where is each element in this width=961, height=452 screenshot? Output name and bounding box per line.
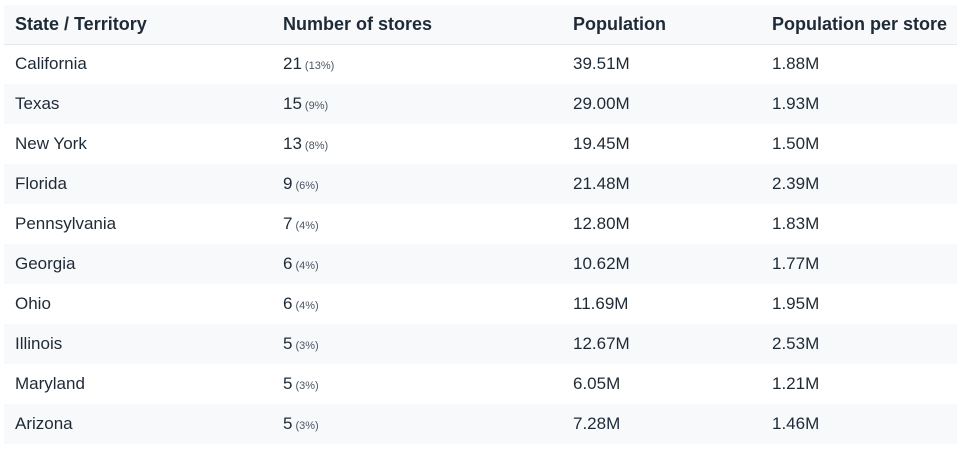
store-share: (3%) — [295, 380, 319, 392]
cell-population: 7.28M — [573, 414, 621, 433]
cell-state: Texas — [15, 94, 60, 113]
cell-stores: 21 (13%) — [272, 44, 562, 84]
table-row: Maryland 5 (3%) 6.05M 1.21M — [4, 364, 957, 404]
store-count: 6 — [283, 294, 293, 313]
store-share: (13%) — [304, 60, 335, 73]
cell-state: Arizona — [15, 414, 73, 433]
header-population[interactable]: Population — [562, 5, 761, 44]
store-share: (4%) — [295, 260, 319, 272]
cell-stores: 13 (8%) — [272, 124, 562, 164]
table-row: Texas 15 (9%) 29.00M 1.93M — [4, 84, 957, 124]
cell-state: California — [15, 54, 87, 74]
header-state[interactable]: State / Territory — [4, 5, 272, 44]
store-share: (3%) — [295, 420, 319, 432]
store-count: 5 — [283, 374, 293, 393]
cell-stores: 6 (4%) — [272, 284, 562, 324]
cell-stores: 15 (9%) — [272, 84, 562, 124]
cell-state: Maryland — [15, 374, 85, 393]
cell-population: 39.51M — [573, 54, 630, 74]
store-count: 13 — [283, 134, 302, 153]
table-header: State / Territory Number of stores Popul… — [4, 5, 957, 44]
table-row: Arizona 5 (3%) 7.28M 1.46M — [4, 404, 957, 444]
table-row: California 21 (13%) 39.51M 1.88M — [4, 44, 957, 84]
header-stores[interactable]: Number of stores — [272, 5, 562, 44]
cell-state: New York — [15, 134, 87, 153]
cell-population: 6.05M — [573, 374, 621, 393]
cell-population: 12.80M — [573, 214, 630, 233]
cell-population: 21.48M — [573, 174, 630, 193]
store-share: (6%) — [295, 180, 319, 192]
stores-table-container: State / Territory Number of stores Popul… — [4, 5, 957, 444]
stores-by-state-table: State / Territory Number of stores Popul… — [4, 5, 957, 444]
store-share: (9%) — [304, 100, 329, 112]
cell-stores: 6 (4%) — [272, 244, 562, 284]
cell-stores: 5 (3%) — [272, 364, 562, 404]
table-row: Illinois 5 (3%) 12.67M 2.53M — [4, 324, 957, 364]
table-row: Pennsylvania 7 (4%) 12.80M 1.83M — [4, 204, 957, 244]
table-row: Ohio 6 (4%) 11.69M 1.95M — [4, 284, 957, 324]
header-population-per-store[interactable]: Population per store — [761, 5, 957, 44]
store-share: (8%) — [304, 140, 329, 152]
cell-population-per-store: 2.53M — [772, 334, 820, 353]
store-count: 15 — [283, 94, 302, 113]
store-count: 5 — [283, 334, 293, 353]
store-share: (4%) — [295, 300, 319, 312]
table-row: Georgia 6 (4%) 10.62M 1.77M — [4, 244, 957, 284]
store-count: 9 — [283, 174, 293, 193]
cell-state: Illinois — [15, 334, 63, 353]
header-row: State / Territory Number of stores Popul… — [4, 5, 957, 44]
cell-state: Florida — [15, 174, 67, 193]
table-row: New York 13 (8%) 19.45M 1.50M — [4, 124, 957, 164]
cell-state: Georgia — [15, 254, 76, 273]
cell-population: 11.69M — [573, 294, 629, 313]
cell-population-per-store: 1.93M — [772, 94, 820, 113]
store-share: (4%) — [295, 220, 319, 232]
table-row: Florida 9 (6%) 21.48M 2.39M — [4, 164, 957, 204]
cell-population: 29.00M — [573, 94, 630, 113]
cell-population-per-store: 1.77M — [772, 254, 820, 273]
cell-stores: 5 (3%) — [272, 324, 562, 364]
table-body: California 21 (13%) 39.51M 1.88M Texas 15… — [4, 44, 957, 444]
cell-population-per-store: 1.95M — [772, 294, 820, 313]
cell-population: 10.62M — [573, 254, 630, 273]
cell-population-per-store: 1.88M — [772, 54, 820, 74]
cell-population-per-store: 1.21M — [772, 374, 820, 393]
store-count: 5 — [283, 414, 293, 433]
cell-population-per-store: 1.46M — [772, 414, 820, 433]
store-count: 6 — [283, 254, 293, 273]
cell-stores: 5 (3%) — [272, 404, 562, 444]
cell-population: 12.67M — [573, 334, 630, 353]
store-count: 21 — [283, 54, 302, 74]
cell-population-per-store: 1.83M — [772, 214, 820, 233]
cell-population-per-store: 1.50M — [772, 134, 820, 153]
cell-stores: 7 (4%) — [272, 204, 562, 244]
cell-population-per-store: 2.39M — [772, 174, 820, 193]
cell-population: 19.45M — [573, 134, 630, 153]
cell-state: Pennsylvania — [15, 214, 117, 233]
store-count: 7 — [283, 214, 293, 233]
cell-state: Ohio — [15, 294, 51, 313]
store-share: (3%) — [295, 340, 319, 352]
cell-stores: 9 (6%) — [272, 164, 562, 204]
